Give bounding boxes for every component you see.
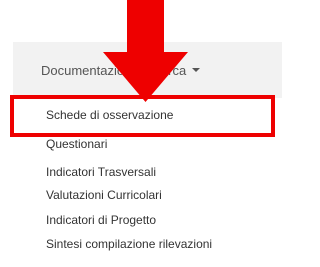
menu-item-indicatori-di-progetto[interactable]: Indicatori di Progetto	[46, 213, 156, 227]
menu-item-questionari[interactable]: Questionari	[46, 137, 107, 151]
down-arrow-icon	[103, 0, 188, 102]
caret-down-icon	[192, 68, 201, 72]
menu-item-valutazioni-curricolari[interactable]: Valutazioni Curricolari	[46, 188, 162, 202]
menu-item-indicatori-trasversali[interactable]: Indicatori Trasversali	[46, 165, 156, 179]
screenshot-stage: Documentazione Ricerca Schede di osserva…	[0, 0, 282, 267]
menu-item-sintesi-compilazione-rilevazioni[interactable]: Sintesi compilazione rilevazioni	[46, 237, 212, 251]
